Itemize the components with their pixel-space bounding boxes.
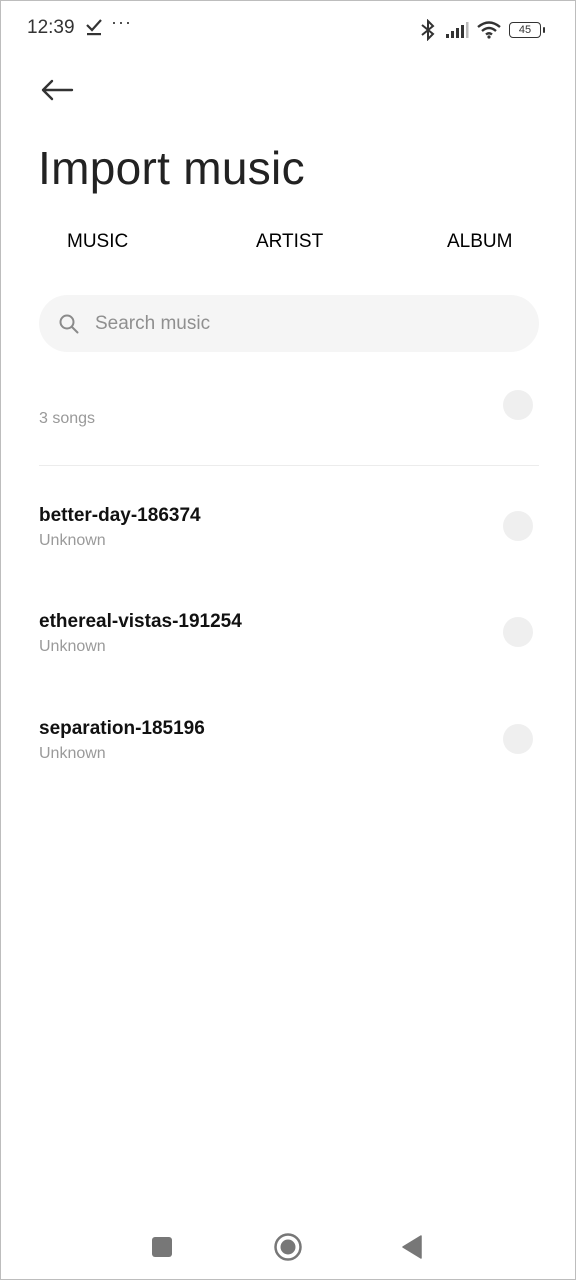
divider [39, 465, 539, 466]
bluetooth-icon [421, 19, 435, 41]
song-title: ethereal-vistas-191254 [39, 611, 242, 632]
search-bar[interactable] [39, 295, 539, 352]
list-item[interactable]: separation-185196 Unknown [1, 718, 576, 798]
page-title: Import music [38, 142, 305, 194]
tab-artist[interactable]: ARTIST [256, 231, 323, 253]
tab-music[interactable]: MUSIC [67, 231, 128, 253]
download-done-icon [86, 19, 102, 36]
song-artist: Unknown [39, 638, 106, 655]
more-notifications-icon: ··· [111, 12, 132, 32]
song-count: 3 songs [39, 410, 96, 427]
select-all-checkbox[interactable] [503, 390, 533, 420]
signal-icon [446, 22, 469, 38]
song-artist: Unknown [39, 745, 106, 762]
wifi-icon [477, 21, 501, 39]
song-title: better-day-186374 [39, 505, 201, 526]
home-button[interactable] [273, 1232, 303, 1262]
tab-album[interactable]: ALBUM [447, 231, 512, 253]
status-time: 12:39 [27, 17, 75, 38]
tab-bar: MUSIC ARTIST ALBUM [1, 231, 576, 261]
song-title: separation-185196 [39, 718, 205, 739]
song-select-checkbox[interactable] [503, 724, 533, 754]
status-icons: 45 [419, 19, 545, 41]
nav-back-button[interactable] [401, 1235, 423, 1259]
song-select-checkbox[interactable] [503, 511, 533, 541]
back-arrow-icon[interactable] [39, 75, 75, 105]
list-item[interactable]: better-day-186374 Unknown [1, 505, 576, 585]
battery-icon: 45 [509, 22, 545, 38]
song-select-checkbox[interactable] [503, 617, 533, 647]
song-artist: Unknown [39, 532, 106, 549]
list-item[interactable]: ethereal-vistas-191254 Unknown [1, 611, 576, 691]
search-input[interactable] [93, 311, 497, 336]
search-icon [59, 314, 79, 333]
recents-button[interactable] [151, 1236, 173, 1258]
